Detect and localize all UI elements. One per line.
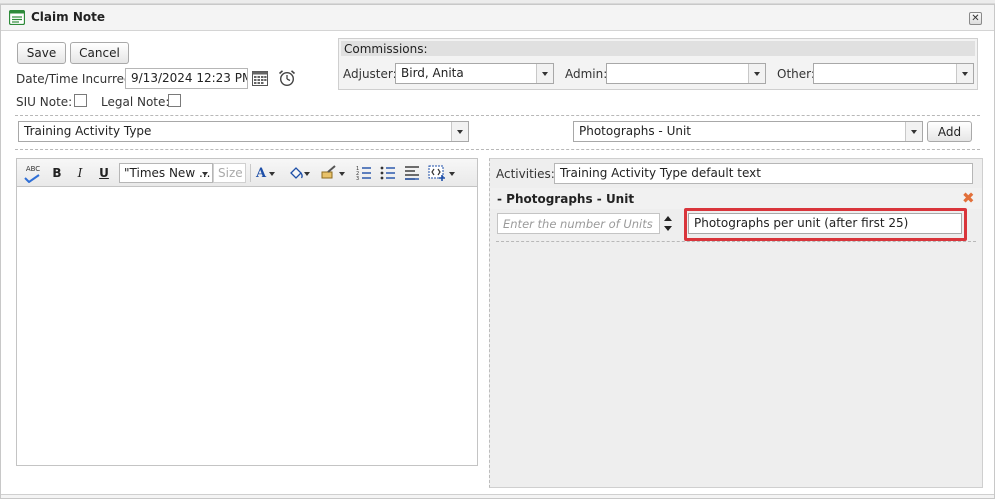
chevron-down-icon [202,172,208,176]
add-activity-button[interactable]: Add [927,121,972,142]
font-color-icon: A [255,166,275,181]
activities-panel: Activities: Training Activity Type defau… [489,158,983,488]
divider [15,115,980,116]
units-stepper[interactable] [663,214,673,234]
ordered-list-icon: 123 [356,166,371,182]
highlight-color-button[interactable] [288,165,312,181]
font-size-placeholder: Size [218,166,243,180]
font-size-select[interactable]: Size [213,163,246,183]
brush-icon [321,165,345,179]
insert-code-icon [428,165,455,181]
commissions-header: Commissions: [341,41,975,56]
chevron-down-icon [956,64,973,83]
remove-icon[interactable]: ✖ [962,191,975,206]
close-button[interactable]: ✕ [969,12,982,25]
cancel-button[interactable]: Cancel [70,42,129,64]
activity-value: Photographs - Unit [579,124,691,138]
style-brush-button[interactable] [320,165,346,181]
align-left-icon [405,166,419,180]
editor-content-area[interactable] [17,188,477,465]
activity-select[interactable]: Photographs - Unit [573,121,923,142]
activity-item-title: - Photographs - Unit [497,192,635,206]
bullet-list-button[interactable] [380,165,396,181]
claim-note-dialog: Claim Note ✕ Save Cancel Date/Time Incur… [0,4,995,499]
note-icon [9,10,25,25]
siu-note-checkbox[interactable] [74,94,87,107]
bold-button[interactable]: B [50,165,64,181]
alarm-clock-icon[interactable] [278,69,296,87]
insert-snippet-button[interactable] [428,165,456,181]
activity-item-header: - Photographs - Unit ✖ [490,188,982,209]
italic-button[interactable]: I [73,165,87,181]
activities-label: Activities: [496,167,555,181]
legal-note-checkbox[interactable] [168,94,181,107]
adjuster-label: Adjuster: [343,67,397,81]
align-button[interactable] [404,165,420,181]
font-family-select[interactable]: "Times New ... [119,163,213,183]
admin-select[interactable] [606,63,766,84]
bullet-list-icon [380,166,395,180]
dialog-bottom-bar [1,494,994,498]
underline-button[interactable]: U [97,165,111,181]
font-color-button[interactable]: A [255,165,277,181]
commissions-panel: Commissions: Adjuster: Bird, Anita Admin… [338,38,978,90]
divider [496,241,976,242]
svg-text:A: A [255,166,267,181]
dialog-title: Claim Note [31,10,105,24]
chevron-down-icon [451,122,468,141]
datetime-label: Date/Time Incurred: [16,72,136,86]
siu-note-label: SIU Note: [16,95,73,109]
svg-text:3: 3 [356,176,359,181]
spellcheck-icon [24,174,40,183]
chevron-down-icon [536,64,553,83]
dialog-titlebar: Claim Note ✕ [1,5,994,31]
units-input[interactable]: Enter the number of Units [497,213,660,234]
divider [15,149,980,150]
ordered-list-button[interactable]: 123 [356,165,372,182]
editor-toolbar: ABC B I U "Times New ... Size A 1 2 3 [17,159,477,187]
save-button[interactable]: Save [17,42,66,64]
font-family-value: "Times New ... [124,166,211,180]
toolbar-separator [250,164,251,182]
note-editor: ABC B I U "Times New ... Size A 1 2 3 [16,158,478,466]
chevron-down-icon [748,64,765,83]
adjuster-select[interactable]: Bird, Anita [395,63,554,84]
admin-label: Admin: [565,67,608,81]
legal-note-label: Legal Note: [101,95,170,109]
other-select[interactable] [813,63,974,84]
unit-description-input[interactable]: Photographs per unit (after first 25) [688,213,962,234]
datetime-input[interactable]: 9/13/2024 12:23 PM [125,68,248,89]
commissions-title: Commissions: [344,42,428,56]
paint-bucket-icon [290,167,310,179]
spellcheck-label: ABC [25,165,41,173]
close-icon: ✕ [971,13,980,24]
activities-text-input[interactable]: Training Activity Type default text [554,163,973,184]
other-label: Other: [777,67,815,81]
adjuster-value: Bird, Anita [401,66,464,80]
arrow-up-icon[interactable] [664,216,672,221]
chevron-down-icon [905,122,922,141]
spellcheck-button[interactable]: ABC [23,165,43,183]
activity-type-select[interactable]: Training Activity Type [18,121,469,142]
arrow-down-icon[interactable] [664,226,672,231]
activity-type-value: Training Activity Type [24,124,152,138]
calendar-icon[interactable] [252,71,268,86]
